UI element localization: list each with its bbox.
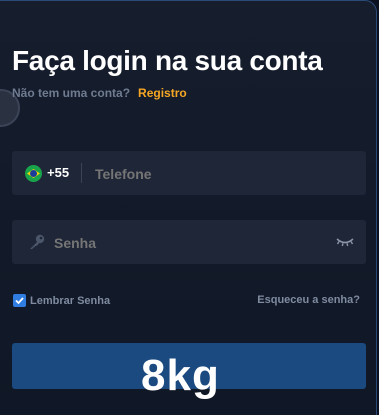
password-field[interactable] <box>12 220 366 266</box>
page-title: Faça login na sua conta <box>12 45 323 76</box>
watermark-text: 8kg <box>141 351 220 400</box>
remember-label: Lembrar Senha <box>30 294 111 307</box>
phone-field[interactable]: +55 <box>12 151 366 197</box>
register-prompt: Não tem uma conta? Registro <box>12 86 187 100</box>
remember-checkbox[interactable] <box>13 294 26 307</box>
key-icon <box>30 234 45 249</box>
dial-code[interactable]: +55 <box>47 165 69 180</box>
register-link[interactable]: Registro <box>138 86 187 100</box>
password-input[interactable] <box>52 220 326 266</box>
no-account-text: Não tem uma conta? <box>12 86 131 100</box>
eye-closed-icon[interactable] <box>336 235 354 249</box>
check-icon <box>15 297 24 305</box>
remember-password-toggle[interactable]: Lembrar Senha <box>13 294 110 307</box>
login-card: Faça login na sua conta Não tem uma cont… <box>0 0 377 415</box>
field-divider <box>81 163 82 183</box>
brazil-flag-icon[interactable] <box>25 165 42 182</box>
phone-input[interactable] <box>93 151 357 197</box>
forgot-password-link[interactable]: Esqueceu a senha? <box>257 294 360 306</box>
